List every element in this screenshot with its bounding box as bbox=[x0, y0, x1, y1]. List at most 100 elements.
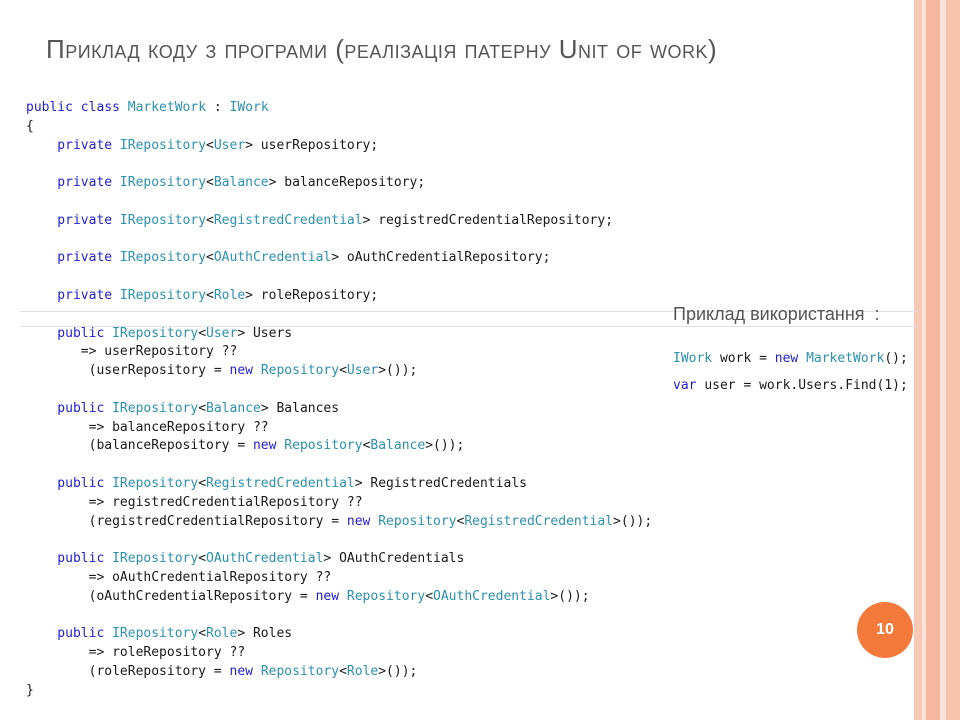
code-token: public bbox=[26, 475, 113, 491]
code-token: RegistredCredential bbox=[213, 212, 363, 228]
code-token: > userRepository; bbox=[245, 137, 379, 153]
code-token: OAuthCredential bbox=[206, 551, 324, 567]
page-number-badge: 10 bbox=[857, 602, 913, 658]
code-line: => balanceRepository ?? bbox=[26, 419, 652, 438]
code-token: Repository bbox=[284, 438, 363, 454]
code-token: < bbox=[198, 400, 207, 416]
code-token: < bbox=[339, 663, 347, 679]
code-token: IRepository bbox=[112, 400, 199, 416]
code-token: < bbox=[339, 363, 347, 379]
code-token: Role bbox=[213, 287, 246, 303]
code-token: < bbox=[206, 175, 214, 191]
code-token: (roleRepository = bbox=[26, 663, 230, 679]
code-token: < bbox=[198, 475, 207, 491]
code-token: OAuthCredential bbox=[213, 250, 332, 266]
code-token: < bbox=[206, 137, 214, 153]
code-token: private bbox=[26, 212, 120, 228]
code-token: > balanceRepository; bbox=[268, 175, 426, 191]
code-token: IWork bbox=[673, 351, 713, 366]
code-token: } bbox=[26, 682, 34, 698]
code-token: Repository bbox=[378, 513, 457, 529]
code-token: new bbox=[229, 663, 261, 679]
code-token: => roleRepository ?? bbox=[26, 645, 246, 661]
code-line: (roleRepository = new Repository<Role>()… bbox=[26, 663, 652, 682]
code-token: new bbox=[315, 588, 347, 604]
usage-title: Приклад використання : bbox=[673, 304, 880, 324]
code-token: (registredCredentialRepository = bbox=[26, 513, 347, 529]
code-token: IRepository bbox=[119, 175, 207, 191]
code-token: private bbox=[26, 287, 120, 303]
code-token: IRepository bbox=[112, 626, 199, 642]
code-token: => registredCredentialRepository ?? bbox=[26, 494, 363, 510]
code-token: > RegistredCredentials bbox=[354, 475, 527, 491]
code-line: private IRepository<Balance> balanceRepo… bbox=[26, 174, 652, 193]
code-line: (balanceRepository = new Repository<Bala… bbox=[26, 437, 652, 456]
code-token: (userRepository = bbox=[26, 363, 230, 379]
code-token: < bbox=[206, 287, 214, 303]
code-line: { bbox=[26, 118, 652, 137]
code-token: Role bbox=[346, 663, 379, 679]
code-token: Balance bbox=[370, 438, 426, 454]
usage-line: var user = work.Users.Find(1); bbox=[673, 378, 908, 393]
code-token: private bbox=[26, 137, 120, 153]
code-line: => userRepository ?? bbox=[26, 343, 652, 362]
code-token: IWork bbox=[229, 100, 269, 115]
code-token: > roleRepository; bbox=[245, 287, 379, 303]
code-token: public bbox=[26, 626, 113, 642]
code-line: private IRepository<OAuthCredential> oAu… bbox=[26, 249, 652, 268]
code-line: (registredCredentialRepository = new Rep… bbox=[26, 513, 653, 532]
code-token: Repository bbox=[260, 663, 340, 679]
code-token: IRepository bbox=[119, 250, 207, 266]
code-token: user = work.Users.Find(1); bbox=[704, 378, 908, 393]
code-line: => registredCredentialRepository ?? bbox=[26, 494, 652, 513]
code-token: Role bbox=[206, 626, 238, 642]
code-token: (oAuthCredentialRepository = bbox=[26, 588, 316, 604]
code-block: public class MarketWork : IWork{ private… bbox=[26, 99, 652, 701]
code-token: > Users bbox=[237, 325, 293, 341]
code-token: public bbox=[26, 400, 113, 416]
code-token: RegistredCredential bbox=[464, 513, 614, 529]
code-token: < bbox=[425, 588, 434, 604]
code-token: < bbox=[206, 250, 214, 266]
code-token: work = bbox=[712, 351, 775, 366]
code-line: private IRepository<RegistredCredential>… bbox=[26, 212, 652, 231]
code-token: : bbox=[206, 100, 230, 115]
code-token: MarketWork bbox=[127, 100, 207, 115]
code-line: public IRepository<User> Users bbox=[26, 325, 652, 344]
code-token: (balanceRepository = bbox=[26, 438, 253, 454]
code-token: User bbox=[213, 137, 246, 153]
code-token: IRepository bbox=[119, 137, 207, 153]
code-token: private bbox=[26, 250, 120, 266]
code-token: >()); bbox=[378, 663, 418, 679]
code-line: (userRepository = new Repository<User>()… bbox=[26, 362, 652, 381]
code-token: public bbox=[26, 551, 113, 567]
usage-line: IWork work = new MarketWork(); bbox=[673, 351, 908, 366]
code-token: => userRepository ?? bbox=[26, 344, 238, 360]
code-token: new bbox=[346, 513, 379, 529]
slide-title: Приклад коду з програми (реалізація пате… bbox=[46, 34, 718, 64]
code-token: Repository bbox=[260, 363, 340, 379]
code-token: User bbox=[346, 363, 379, 379]
code-token: < bbox=[198, 551, 207, 567]
code-token: Balance bbox=[213, 175, 269, 191]
code-token: >()); bbox=[378, 363, 418, 379]
code-token: > OAuthCredentials bbox=[323, 551, 465, 567]
code-line: public class MarketWork : IWork bbox=[26, 99, 652, 118]
code-line: } bbox=[26, 682, 652, 701]
code-line: private IRepository<User> userRepository… bbox=[26, 137, 652, 156]
code-token: Balance bbox=[206, 400, 261, 416]
code-token: var bbox=[673, 378, 705, 393]
code-token: < bbox=[198, 626, 207, 642]
code-token: >()); bbox=[425, 438, 465, 454]
code-token: > Roles bbox=[237, 626, 293, 642]
code-token: User bbox=[206, 325, 238, 341]
code-token: MarketWork bbox=[806, 351, 885, 366]
